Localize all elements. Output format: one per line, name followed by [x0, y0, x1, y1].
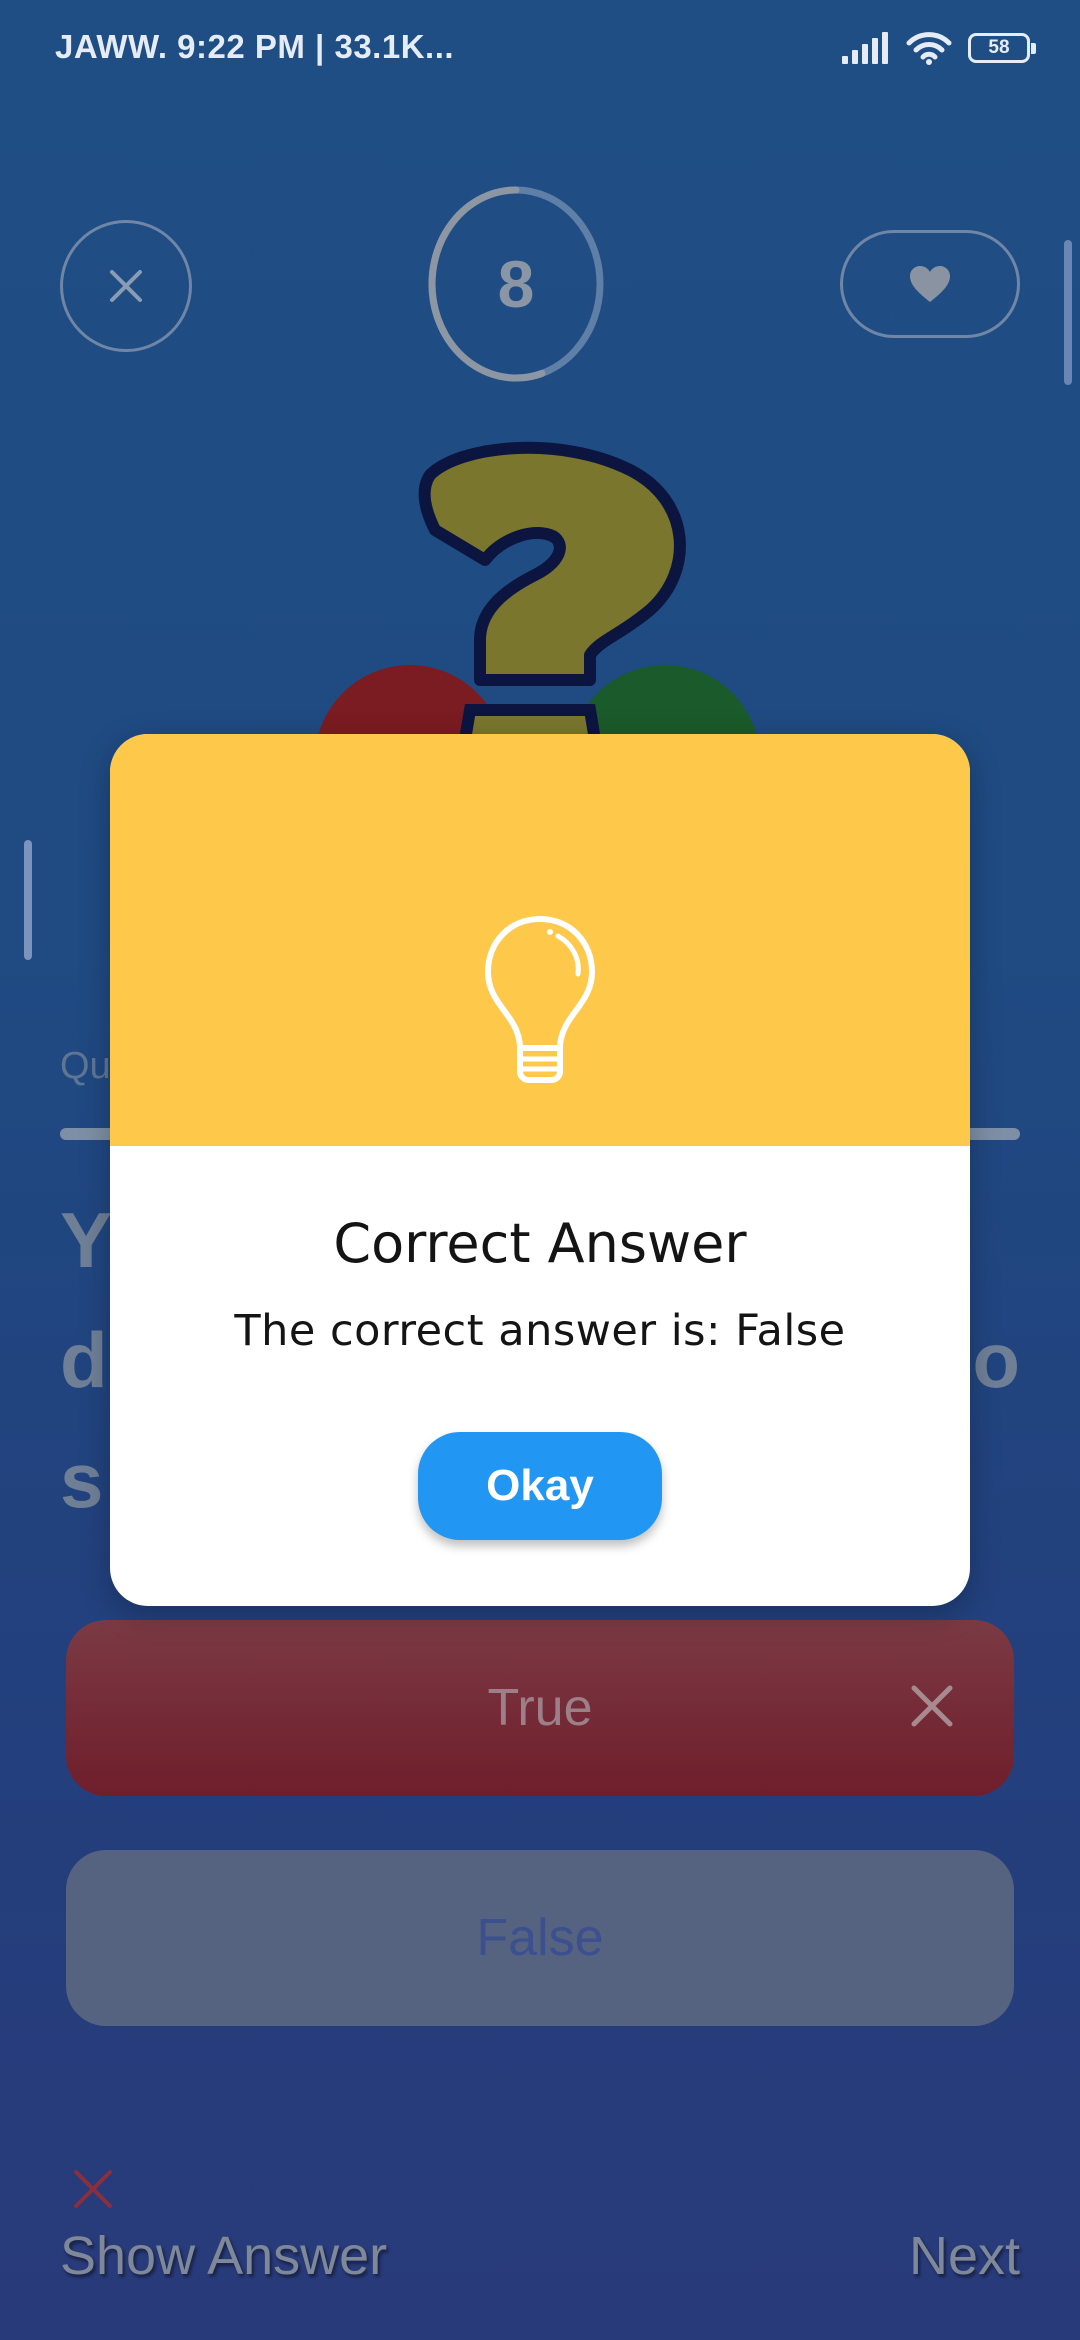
- correct-answer-dialog: Correct Answer The correct answer is: Fa…: [110, 734, 970, 1606]
- countdown-timer: 8: [426, 184, 606, 384]
- dialog-title: Correct Answer: [333, 1212, 747, 1275]
- answer-false-button[interactable]: False: [66, 1850, 1014, 2026]
- okay-button[interactable]: Okay: [418, 1432, 662, 1540]
- question-mark-icon: [315, 441, 760, 760]
- answer-true-button[interactable]: True: [66, 1620, 1014, 1796]
- heart-icon: [910, 266, 950, 302]
- dialog-header: [110, 734, 970, 1146]
- close-button[interactable]: [60, 220, 192, 352]
- answer-true-label: True: [487, 1679, 593, 1737]
- scrollbar-left[interactable]: [24, 840, 32, 960]
- answer-false-label: False: [476, 1909, 604, 1967]
- wrong-answer-icon: [911, 1685, 953, 1727]
- close-icon: [110, 270, 142, 302]
- question-label: Qu: [60, 1045, 111, 1087]
- show-answer-button[interactable]: Show Answer: [60, 2225, 387, 2287]
- x-mark-icon: [74, 2170, 112, 2208]
- timer-value: 8: [497, 247, 535, 321]
- dialog-message: The correct answer is: False: [234, 1306, 846, 1356]
- lightbulb-icon: [485, 916, 595, 1083]
- favorite-button[interactable]: [840, 230, 1020, 338]
- next-button[interactable]: Next: [909, 2225, 1020, 2287]
- scrollbar-right[interactable]: [1064, 240, 1072, 385]
